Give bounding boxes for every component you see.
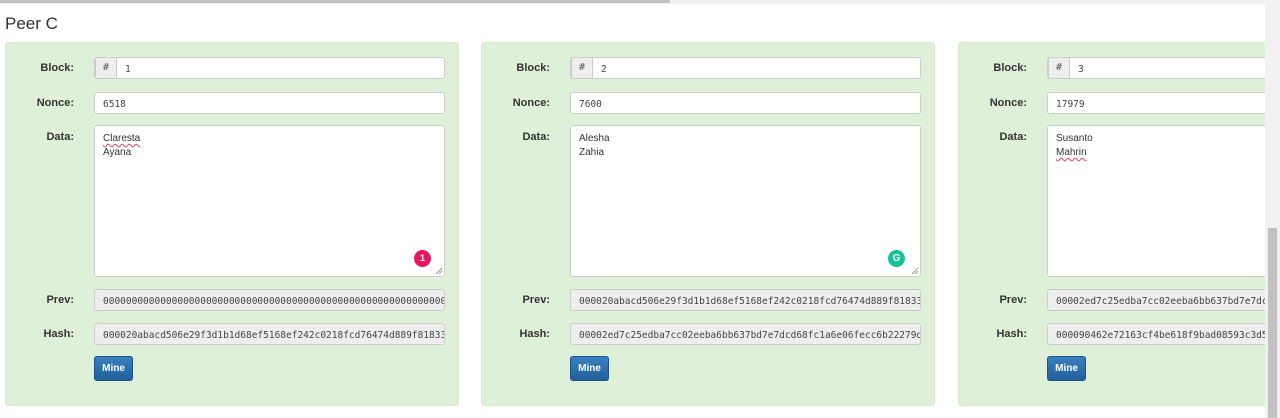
block-number-value: 2 xyxy=(601,64,607,75)
nonce-input[interactable]: 6518 xyxy=(94,92,445,114)
prev-hash-field[interactable]: 0000000000000000000000000000000000000000… xyxy=(94,289,445,311)
resize-handle-icon[interactable] xyxy=(435,267,443,275)
nonce-label: Nonce: xyxy=(989,97,1027,109)
grammar-alert-icon[interactable]: 1 xyxy=(414,250,431,267)
prev-label: Prev: xyxy=(522,294,550,306)
data-line: Alesha xyxy=(579,133,610,144)
data-textarea[interactable]: Susanto Mahrin xyxy=(1047,125,1265,277)
block-list: Block: # 1 Nonce: 6518 Data: Claresta Ay… xyxy=(0,0,1265,418)
data-line: Claresta xyxy=(103,133,141,144)
nonce-label: Nonce: xyxy=(36,97,74,109)
prev-hash-field[interactable]: 000020abacd506e29f3d1b1d68ef5168ef242c02… xyxy=(570,289,921,311)
hash-label: Hash: xyxy=(43,328,74,340)
hash-addon: # xyxy=(1048,58,1070,78)
hash-field[interactable]: 000090462e72163cf4be618f9bad08593c3d5a4 xyxy=(1047,323,1265,345)
block-label: Block: xyxy=(993,62,1027,74)
block-label: Block: xyxy=(516,62,550,74)
data-line: Zahia xyxy=(579,147,605,158)
vertical-scrollbar[interactable] xyxy=(1265,0,1280,418)
hash-label: Hash: xyxy=(996,328,1027,340)
block-number-input[interactable]: # 3 xyxy=(1047,57,1265,79)
hash-field[interactable]: 000020abacd506e29f3d1b1d68ef5168ef242c02… xyxy=(94,323,445,345)
data-label: Data: xyxy=(522,131,550,143)
hash-addon: # xyxy=(571,58,593,78)
block-card-1: Block: # 1 Nonce: 6518 Data: Claresta Ay… xyxy=(5,42,459,406)
block-number-input[interactable]: # 1 xyxy=(94,57,445,79)
data-label: Data: xyxy=(46,131,74,143)
block-number-value: 3 xyxy=(1078,64,1084,75)
vertical-scrollbar-thumb[interactable] xyxy=(1268,228,1277,418)
grammarly-icon[interactable]: G xyxy=(888,250,905,267)
hash-addon: # xyxy=(95,58,117,78)
data-label: Data: xyxy=(999,131,1027,143)
nonce-input[interactable]: 17979 xyxy=(1047,92,1265,114)
hash-field[interactable]: 00002ed7c25edba7cc02eeba6bb637bd7e7dcd68… xyxy=(570,323,921,345)
prev-hash-field[interactable]: 00002ed7c25edba7cc02eeba6bb637bd7e7dcd6 xyxy=(1047,289,1265,311)
resize-handle-icon[interactable] xyxy=(911,267,919,275)
mine-button[interactable]: Mine xyxy=(570,356,609,381)
nonce-input[interactable]: 7600 xyxy=(570,92,921,114)
data-line: Mahrin xyxy=(1056,147,1087,158)
block-card-3: Block: # 3 Nonce: 17979 Data: Susanto Ma… xyxy=(958,42,1265,406)
data-line: Ayana xyxy=(103,147,132,158)
nonce-label: Nonce: xyxy=(512,97,550,109)
mine-button[interactable]: Mine xyxy=(1047,356,1086,381)
block-card-2: Block: # 2 Nonce: 7600 Data: Alesha Zahi… xyxy=(481,42,935,406)
block-number-value: 1 xyxy=(125,64,131,75)
data-textarea[interactable]: Claresta Ayana 1 xyxy=(94,125,445,277)
prev-label: Prev: xyxy=(999,294,1027,306)
data-line: Susanto xyxy=(1056,133,1093,144)
mine-button[interactable]: Mine xyxy=(94,356,133,381)
block-label: Block: xyxy=(40,62,74,74)
data-textarea[interactable]: Alesha Zahia G xyxy=(570,125,921,277)
block-number-input[interactable]: # 2 xyxy=(570,57,921,79)
prev-label: Prev: xyxy=(46,294,74,306)
hash-label: Hash: xyxy=(519,328,550,340)
